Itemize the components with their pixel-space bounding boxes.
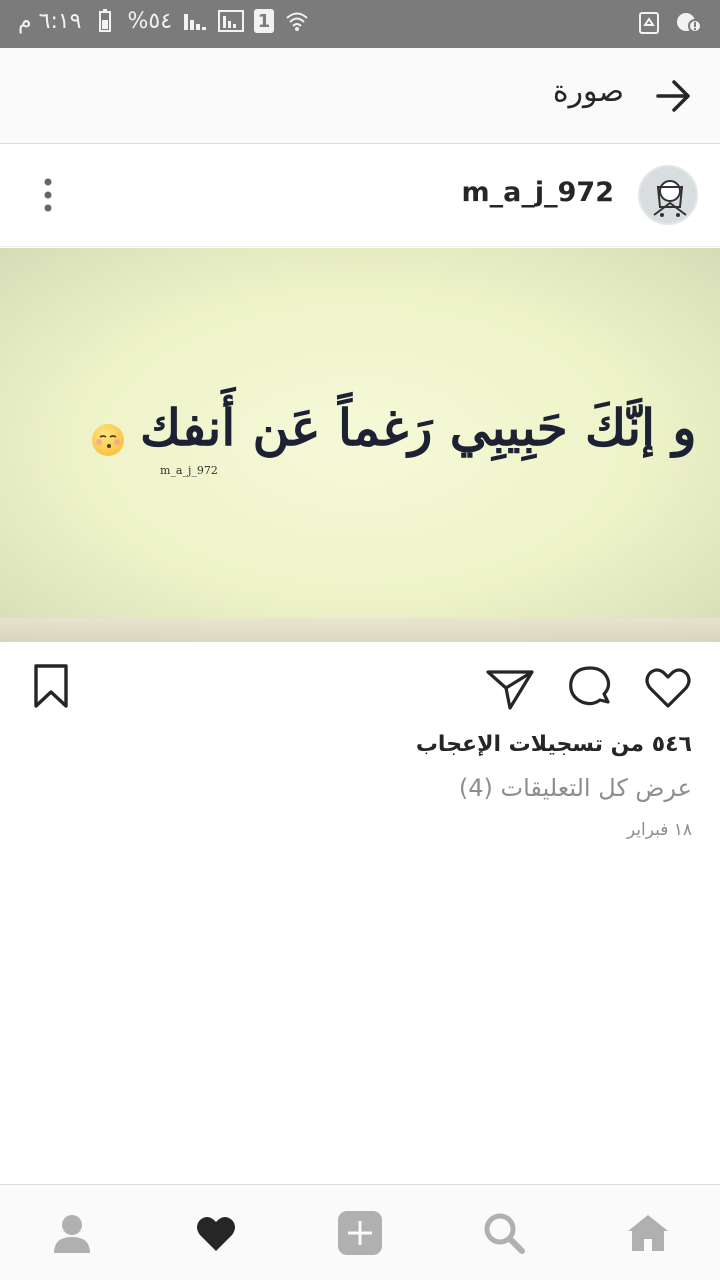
nav-profile[interactable]: [46, 1207, 98, 1259]
sim-badge-icon: 1: [254, 9, 275, 33]
nav-search[interactable]: [478, 1207, 530, 1259]
add-post-icon: [338, 1211, 382, 1255]
nav-activity[interactable]: [190, 1207, 242, 1259]
post-date: ١٨ فبراير: [626, 820, 692, 840]
post-username[interactable]: m_a_j_972: [462, 177, 614, 208]
share-button[interactable]: [484, 662, 536, 714]
comment-button[interactable]: [564, 662, 616, 714]
signal-2-icon: [218, 8, 245, 34]
image-bottom-strip: [0, 618, 720, 642]
view-all-comments-link[interactable]: عرض كل التعليقات (4): [459, 774, 692, 802]
app-bar: صورة: [0, 48, 720, 144]
wifi-icon: [284, 8, 310, 34]
comment-icon: [569, 666, 611, 706]
post-image-text: و إنَّكَ حَبِيبِي رَغماً عَن أَنفك: [140, 398, 697, 457]
kiss-emoji-icon: [92, 424, 124, 456]
status-bar: ٦:١٩ م %٥٤ 1: [0, 0, 720, 48]
more-options-button[interactable]: [30, 175, 66, 215]
likes-count[interactable]: ٥٤٦ من تسجيلات الإعجاب: [416, 732, 692, 757]
heart-icon: [645, 668, 691, 708]
post-image-watermark: m_a_j_972: [160, 464, 218, 477]
status-time: ٦:١٩ م: [18, 8, 82, 34]
bookmark-icon: [34, 664, 68, 708]
post-actions: [0, 642, 720, 732]
page-title: صورة: [552, 74, 624, 109]
nav-home[interactable]: [622, 1207, 674, 1259]
activity-heart-icon: [197, 1217, 235, 1251]
recycle-icon: [636, 10, 662, 36]
battery-icon: [92, 8, 118, 34]
arrow-right-icon: [656, 80, 690, 112]
post-image[interactable]: و إنَّكَ حَبِيبِي رَغماً عَن أَنفك m_a_j…: [0, 248, 720, 642]
search-icon: [484, 1213, 525, 1254]
send-icon: [486, 670, 534, 710]
back-button[interactable]: [652, 74, 696, 118]
save-button[interactable]: [26, 662, 78, 714]
battery-percent: %٥٤: [127, 8, 173, 34]
avatar[interactable]: [638, 165, 698, 225]
home-icon: [628, 1215, 668, 1251]
signal-icon: [182, 8, 208, 34]
bottom-nav: [0, 1184, 720, 1280]
more-vertical-icon: [44, 178, 52, 212]
nav-add-post[interactable]: [334, 1207, 386, 1259]
status-right: [636, 10, 702, 36]
post-header: m_a_j_972: [0, 145, 720, 247]
status-left: ٦:١٩ م %٥٤ 1: [18, 8, 310, 34]
like-button[interactable]: [642, 662, 694, 714]
profile-icon: [54, 1215, 90, 1253]
notification-alert-icon: [676, 10, 702, 36]
